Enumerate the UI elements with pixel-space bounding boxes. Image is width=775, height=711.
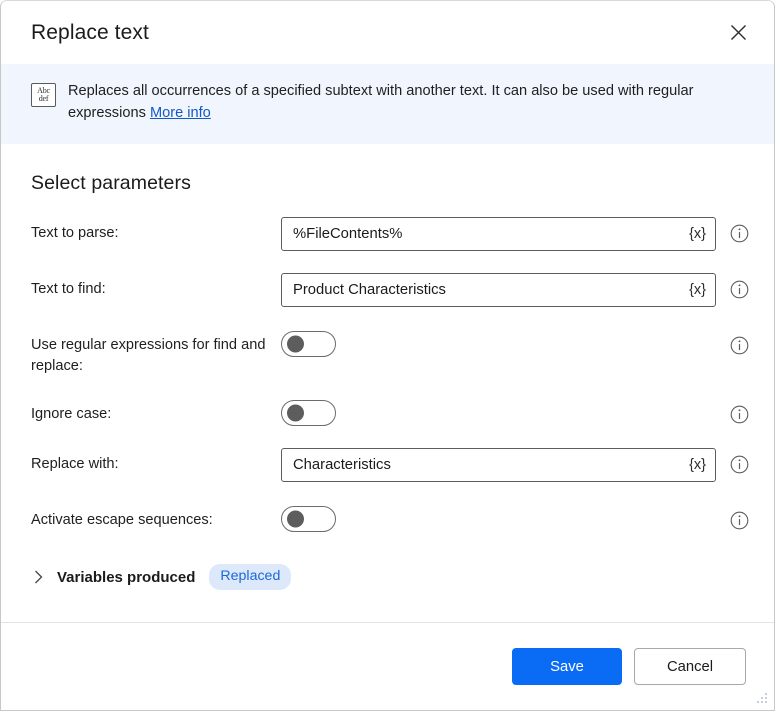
- info-icon-use-regular-expressions[interactable]: [730, 336, 749, 355]
- label-ignore-case: Ignore case:: [31, 398, 281, 425]
- label-text-to-find: Text to find:: [31, 273, 281, 300]
- dialog-titlebar: Replace text: [1, 1, 774, 64]
- variable-picker-icon[interactable]: {x}: [689, 226, 715, 242]
- toggle-knob: [287, 336, 304, 353]
- chevron-right-icon: [31, 570, 45, 584]
- control-activate-escape-sequences: [281, 504, 749, 532]
- ignore-case-toggle[interactable]: [281, 400, 336, 426]
- param-row-use-regular-expressions: Use regular expressions for find and rep…: [31, 329, 744, 376]
- toggle-slot: [281, 329, 716, 357]
- control-text-to-parse: %FileContents% {x}: [281, 217, 749, 251]
- banner-text: Replaces all occurrences of a specified …: [68, 81, 728, 124]
- dialog-title: Replace text: [31, 21, 149, 45]
- close-button[interactable]: [716, 13, 760, 53]
- cancel-button[interactable]: Cancel: [634, 648, 746, 685]
- label-use-regular-expressions: Use regular expressions for find and rep…: [31, 329, 281, 376]
- variables-produced-label: Variables produced: [57, 569, 195, 586]
- label-replace-with: Replace with:: [31, 448, 281, 475]
- control-text-to-find: Product Characteristics {x}: [281, 273, 749, 307]
- text-to-parse-input[interactable]: %FileContents% {x}: [281, 217, 716, 251]
- section-title: Select parameters: [31, 172, 744, 195]
- info-icon-ignore-case[interactable]: [730, 405, 749, 424]
- close-icon: [730, 24, 747, 41]
- toggle-knob: [287, 405, 304, 422]
- text-to-find-value: Product Characteristics: [282, 282, 689, 298]
- description-banner: Abc def Replaces all occurrences of a sp…: [1, 64, 774, 144]
- dialog-footer: Save Cancel: [1, 622, 774, 710]
- info-icon-replace-with[interactable]: [730, 455, 749, 474]
- resize-grip[interactable]: [756, 692, 769, 705]
- replace-with-input[interactable]: Characteristics {x}: [281, 448, 716, 482]
- variable-badge-replaced[interactable]: Replaced: [209, 564, 291, 589]
- variable-picker-icon[interactable]: {x}: [689, 282, 715, 298]
- param-row-text-to-find: Text to find: Product Characteristics {x…: [31, 273, 744, 307]
- use-regular-expressions-toggle[interactable]: [281, 331, 336, 357]
- abc-def-icon: Abc def: [31, 83, 56, 107]
- more-info-link[interactable]: More info: [150, 105, 211, 121]
- label-activate-escape-sequences: Activate escape sequences:: [31, 504, 281, 531]
- toggle-slot: [281, 504, 716, 532]
- abc-def-icon-line2: def: [39, 95, 49, 103]
- toggle-knob: [287, 511, 304, 528]
- activate-escape-sequences-toggle[interactable]: [281, 506, 336, 532]
- control-use-regular-expressions: [281, 329, 749, 357]
- text-to-parse-value: %FileContents%: [282, 226, 689, 242]
- info-icon-text-to-parse[interactable]: [730, 224, 749, 243]
- toggle-slot: [281, 398, 716, 426]
- control-ignore-case: [281, 398, 749, 426]
- param-row-ignore-case: Ignore case:: [31, 398, 744, 426]
- param-row-replace-with: Replace with: Characteristics {x}: [31, 448, 744, 482]
- param-row-text-to-parse: Text to parse: %FileContents% {x}: [31, 217, 744, 251]
- variables-produced-section[interactable]: Variables produced Replaced: [31, 564, 291, 589]
- control-replace-with: Characteristics {x}: [281, 448, 749, 482]
- text-to-find-input[interactable]: Product Characteristics {x}: [281, 273, 716, 307]
- replace-with-value: Characteristics: [282, 457, 689, 473]
- param-row-activate-escape-sequences: Activate escape sequences:: [31, 504, 744, 532]
- replace-text-dialog: Replace text Abc def Replaces all occurr…: [0, 0, 775, 711]
- save-button[interactable]: Save: [512, 648, 622, 685]
- variable-picker-icon[interactable]: {x}: [689, 457, 715, 473]
- info-icon-activate-escape-sequences[interactable]: [730, 511, 749, 530]
- info-icon-text-to-find[interactable]: [730, 280, 749, 299]
- parameters-area: Select parameters Text to parse: %FileCo…: [1, 144, 774, 622]
- label-text-to-parse: Text to parse:: [31, 217, 281, 244]
